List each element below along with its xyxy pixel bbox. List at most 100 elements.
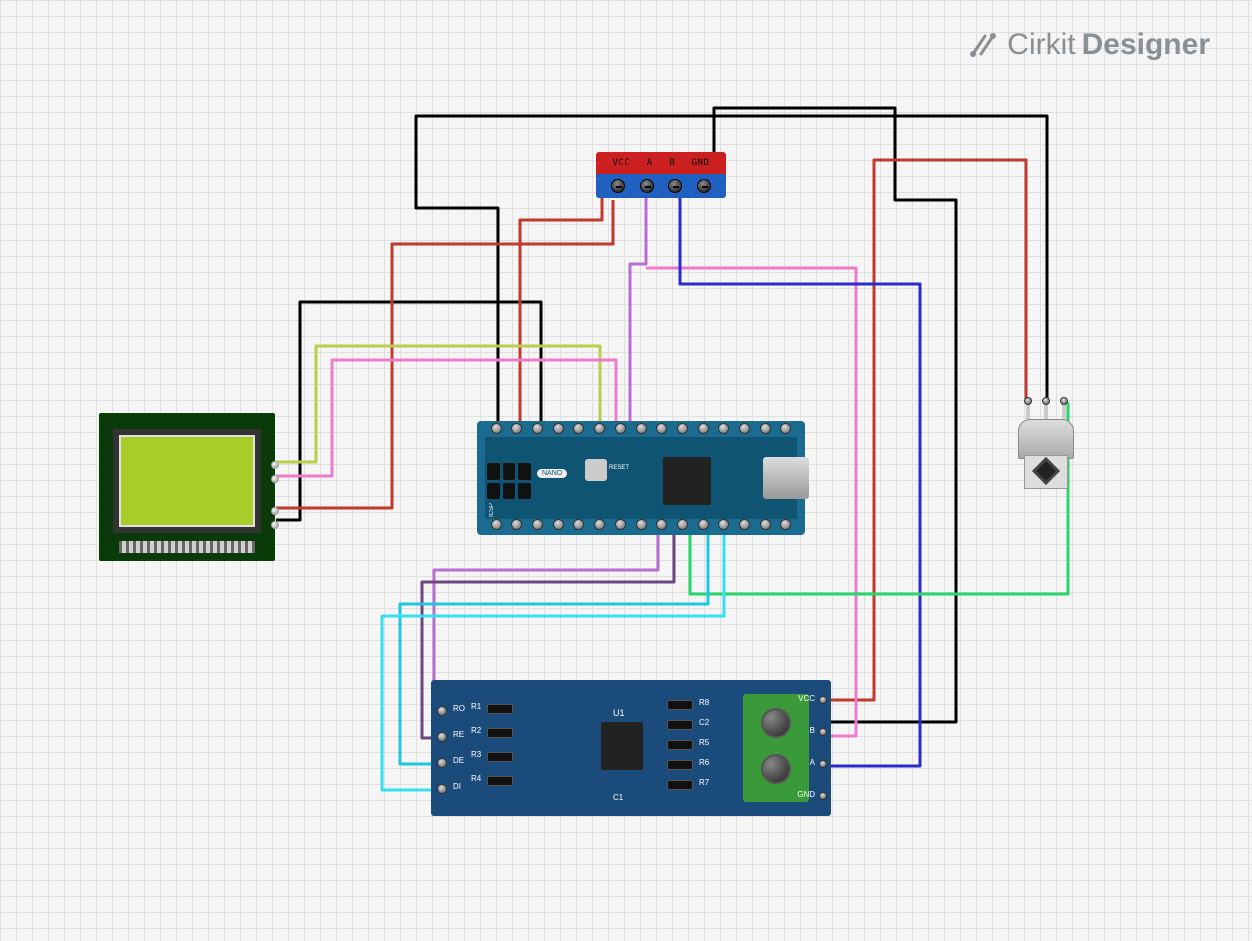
term-pin-a[interactable] bbox=[640, 179, 654, 193]
nano-pin-5v[interactable] bbox=[553, 519, 564, 530]
rs485-b-label: B bbox=[810, 726, 815, 735]
nano-pin-a7[interactable] bbox=[573, 519, 584, 530]
rs485-r5 bbox=[667, 740, 693, 750]
wire-a-violet[interactable] bbox=[630, 198, 646, 428]
ir-pin-1-lead bbox=[1026, 403, 1030, 419]
wire-vcc-rs485-red[interactable] bbox=[826, 244, 874, 700]
rs485-pin-ro[interactable] bbox=[437, 706, 447, 716]
rs485-r7 bbox=[667, 780, 693, 790]
rs485-screw-a[interactable] bbox=[761, 708, 791, 738]
rs485-r6 bbox=[667, 760, 693, 770]
nano-pin-a6[interactable] bbox=[594, 519, 605, 530]
rs485-pin-gnd[interactable] bbox=[819, 792, 827, 800]
lcd-side-pad-2[interactable] bbox=[271, 475, 279, 483]
rs485-pin-b[interactable] bbox=[819, 728, 827, 736]
lcd-side-pad-4[interactable] bbox=[271, 521, 279, 529]
rs485-de-label: DE bbox=[453, 756, 464, 765]
rs485-di-label: DI bbox=[453, 782, 461, 791]
nano-reset-label: RESET bbox=[609, 465, 629, 471]
r5-label: R5 bbox=[699, 738, 709, 747]
ir-receiver[interactable] bbox=[1014, 419, 1078, 495]
rs485-r3 bbox=[487, 752, 513, 762]
nano-pin-rx0[interactable] bbox=[511, 423, 522, 434]
rs485-cap-label: C1 bbox=[613, 793, 623, 802]
term-pin-b-label: B bbox=[669, 158, 675, 168]
ir-pin-2-lead bbox=[1044, 403, 1048, 419]
nano-pin-d8[interactable] bbox=[698, 423, 709, 434]
nano-pin-d13[interactable] bbox=[780, 519, 791, 530]
rs485-pin-re[interactable] bbox=[437, 732, 447, 742]
nano-pin-d7[interactable] bbox=[677, 423, 688, 434]
nano-pin-d4[interactable] bbox=[615, 423, 626, 434]
rs485-module[interactable]: U1 C1 RO RE DE DI VCC B A GND R1 R2 R3 R… bbox=[431, 680, 831, 816]
nano-pin-a0[interactable] bbox=[718, 519, 729, 530]
ir-pin-gnd[interactable] bbox=[1042, 397, 1050, 405]
nano-pin-vin[interactable] bbox=[491, 519, 502, 530]
wire-vcc-nano-red[interactable] bbox=[520, 196, 602, 428]
rs485-pin-vcc[interactable] bbox=[819, 696, 827, 704]
rs485-ic bbox=[601, 722, 643, 770]
nano-pin-a2[interactable] bbox=[677, 519, 688, 530]
rs485-screw-terminal bbox=[743, 694, 809, 802]
nano-reset-button[interactable] bbox=[585, 459, 607, 481]
c2-label: C2 bbox=[699, 718, 709, 727]
nano-pin-d3[interactable] bbox=[594, 423, 605, 434]
nano-pin-d5[interactable] bbox=[636, 423, 647, 434]
nano-pin-d10[interactable] bbox=[739, 423, 750, 434]
lcd-screen bbox=[113, 429, 261, 533]
nano-bottom-row bbox=[481, 519, 801, 533]
rs485-ro-label: RO bbox=[453, 704, 465, 713]
nano-pin-rst[interactable] bbox=[532, 423, 543, 434]
term-pin-b[interactable] bbox=[668, 179, 682, 193]
rs485-re-label: RE bbox=[453, 730, 464, 739]
lcd-side-pad-1[interactable] bbox=[271, 461, 279, 469]
nano-pin-rst[interactable] bbox=[532, 519, 543, 530]
rs485-gnd-label: GND bbox=[797, 790, 815, 799]
nano-top-row bbox=[481, 423, 801, 437]
r6-label: R6 bbox=[699, 758, 709, 767]
ir-pin-vcc[interactable] bbox=[1060, 397, 1068, 405]
lcd-side-pad-3[interactable] bbox=[271, 507, 279, 515]
rs485-ic-label: U1 bbox=[613, 708, 625, 718]
lcd-module[interactable] bbox=[99, 413, 275, 561]
nano-pin-d11[interactable] bbox=[760, 423, 771, 434]
nano-pin-3v3[interactable] bbox=[760, 519, 771, 530]
r4-label: R4 bbox=[471, 774, 481, 783]
nano-mcu-chip bbox=[663, 457, 711, 505]
term-pin-vcc[interactable] bbox=[611, 179, 625, 193]
nano-pin-d9[interactable] bbox=[718, 423, 729, 434]
rs485-c2 bbox=[667, 720, 693, 730]
term-pin-vcc-label: VCC bbox=[613, 158, 631, 168]
wire-vcc-ir-red[interactable] bbox=[874, 160, 1026, 402]
term-pin-gnd[interactable] bbox=[697, 179, 711, 193]
nano-pin-gnd[interactable] bbox=[511, 519, 522, 530]
nano-pin-ref[interactable] bbox=[739, 519, 750, 530]
arduino-nano[interactable]: ICSP NANO RESET bbox=[477, 421, 805, 535]
nano-usb-port bbox=[763, 457, 809, 499]
wire-gnd-ir-black[interactable] bbox=[416, 116, 1047, 428]
terminal-block[interactable] bbox=[596, 174, 726, 198]
term-pin-gnd-label: GND bbox=[692, 158, 710, 168]
nano-pin-d12[interactable] bbox=[780, 423, 791, 434]
nano-pin-d2[interactable] bbox=[573, 423, 584, 434]
rs485-r8 bbox=[667, 700, 693, 710]
nano-pin-a4[interactable] bbox=[636, 519, 647, 530]
ir-dome bbox=[1018, 419, 1074, 459]
nano-pin-d6[interactable] bbox=[656, 423, 667, 434]
term-pin-a-label: A bbox=[647, 158, 653, 168]
rs485-pin-di[interactable] bbox=[437, 784, 447, 794]
ir-pin-3-lead bbox=[1062, 403, 1066, 419]
nano-pin-tx1[interactable] bbox=[491, 423, 502, 434]
ir-pin-out[interactable] bbox=[1024, 397, 1032, 405]
rs485-pin-de[interactable] bbox=[437, 758, 447, 768]
rs485-pin-a[interactable] bbox=[819, 760, 827, 768]
r1-label: R1 bbox=[471, 702, 481, 711]
nano-pin-a3[interactable] bbox=[656, 519, 667, 530]
nano-pin-a1[interactable] bbox=[698, 519, 709, 530]
nano-pcb bbox=[485, 437, 797, 519]
nano-pin-gnd[interactable] bbox=[553, 423, 564, 434]
lcd-header-pins bbox=[119, 541, 255, 553]
terminal-block-header: VCC A B GND bbox=[596, 152, 726, 174]
nano-pin-a5[interactable] bbox=[615, 519, 626, 530]
rs485-screw-b[interactable] bbox=[761, 754, 791, 784]
